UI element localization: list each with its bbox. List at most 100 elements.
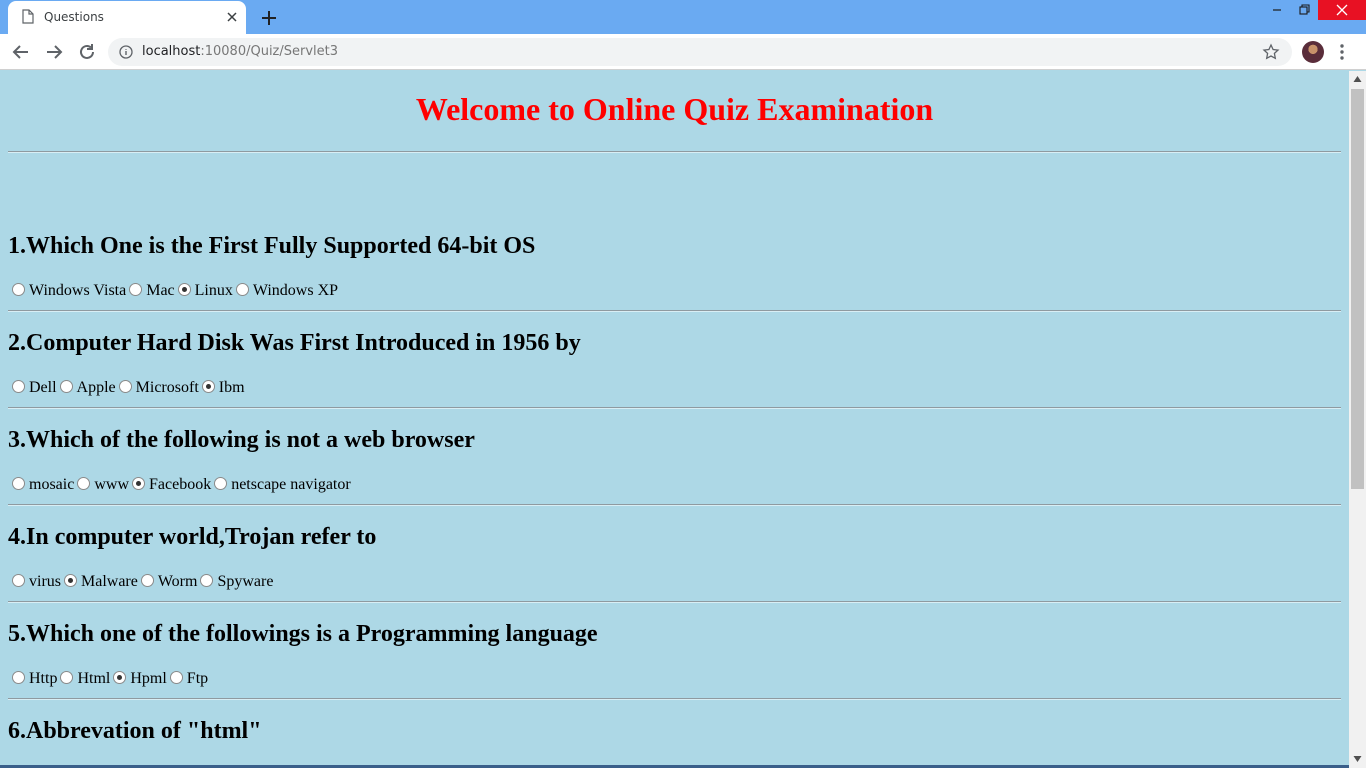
window-close-icon[interactable] <box>1318 0 1366 20</box>
divider <box>8 310 1341 312</box>
option-label: Ftp <box>186 670 209 687</box>
scroll-up-icon[interactable] <box>1353 75 1362 83</box>
radio-icon[interactable] <box>12 574 25 587</box>
plus-icon[interactable] <box>259 8 279 28</box>
radio-icon[interactable] <box>169 671 183 684</box>
answer-option[interactable]: www <box>77 476 129 494</box>
options-row: mosaic www Facebook netscape navigator <box>12 476 354 494</box>
radio-icon[interactable] <box>64 574 77 587</box>
divider <box>8 407 1341 409</box>
answer-option[interactable]: Ftp <box>169 670 209 688</box>
question-text: 3.Which of the following is not a web br… <box>8 427 475 453</box>
answer-option[interactable]: Spyware <box>200 573 273 591</box>
radio-icon[interactable] <box>12 283 25 296</box>
option-label: Malware <box>81 573 138 590</box>
radio-icon[interactable] <box>200 574 214 587</box>
option-label: Apple <box>76 379 116 396</box>
restore-icon[interactable] <box>1290 0 1320 20</box>
minimize-icon[interactable] <box>1262 0 1292 20</box>
address-bar[interactable]: localhost:10080/Quiz/Servlet3 <box>108 38 1292 66</box>
option-label: Http <box>29 670 58 687</box>
radio-icon[interactable] <box>12 671 25 684</box>
question-text: 6.Abbrevation of "html" <box>8 718 262 744</box>
question-text: 1.Which One is the First Fully Supported… <box>8 233 536 259</box>
radio-icon[interactable] <box>201 380 215 393</box>
question-text: 4.In computer world,Trojan refer to <box>8 524 377 550</box>
radio-icon[interactable] <box>235 283 249 296</box>
browser-tab[interactable]: Questions <box>8 1 246 34</box>
answer-option[interactable]: Microsoft <box>118 379 199 397</box>
radio-icon[interactable] <box>177 283 191 296</box>
answer-option[interactable]: Apple <box>59 379 116 397</box>
answer-option[interactable]: Windows Vista <box>12 282 126 300</box>
avatar[interactable] <box>1302 41 1324 63</box>
radio-icon[interactable] <box>214 477 228 490</box>
radio-icon[interactable] <box>12 380 25 393</box>
radio-icon[interactable] <box>77 477 91 490</box>
options-row: Windows Vista Mac Linux Windows XP <box>12 282 341 300</box>
option-label: Spyware <box>217 573 274 590</box>
question-text: 2.Computer Hard Disk Was First Introduce… <box>8 330 581 356</box>
answer-option[interactable]: Worm <box>140 573 198 591</box>
url-path: :10080/Quiz/Servlet3 <box>200 44 339 59</box>
scrollbar[interactable] <box>1349 71 1366 768</box>
answer-option[interactable]: Html <box>60 670 110 688</box>
option-label: virus <box>29 573 61 590</box>
answer-option[interactable]: virus <box>12 573 61 591</box>
options-row: Http Html Hpml Ftp <box>12 670 211 688</box>
url-text[interactable]: localhost:10080/Quiz/Servlet3 <box>142 44 338 59</box>
radio-icon[interactable] <box>113 671 127 684</box>
forward-arrow-icon[interactable] <box>43 41 65 63</box>
answer-option[interactable]: Mac <box>129 282 175 300</box>
answer-option[interactable]: netscape navigator <box>214 476 351 494</box>
divider <box>8 504 1341 506</box>
radio-icon[interactable] <box>59 380 73 393</box>
divider <box>8 698 1341 700</box>
radio-icon[interactable] <box>118 380 132 393</box>
answer-option[interactable]: Dell <box>12 379 57 397</box>
radio-icon[interactable] <box>60 671 74 684</box>
divider <box>8 151 1341 153</box>
answer-option[interactable]: Facebook <box>132 476 211 494</box>
option-label: Windows Vista <box>29 282 127 299</box>
question-text: 5.Which one of the followings is a Progr… <box>8 621 598 647</box>
star-icon[interactable] <box>1262 43 1280 61</box>
option-label: Facebook <box>149 476 212 493</box>
option-label: netscape navigator <box>231 476 351 493</box>
page-title: Welcome to Online Quiz Examination <box>415 91 934 127</box>
option-label: www <box>94 476 129 493</box>
kebab-menu-icon[interactable] <box>1338 42 1346 62</box>
info-icon[interactable] <box>119 45 133 59</box>
page-viewport: Welcome to Online Quiz Examination 1.Whi… <box>0 71 1349 768</box>
radio-icon[interactable] <box>129 283 143 296</box>
options-row: virus Malware Worm Spyware <box>12 573 276 591</box>
answer-option[interactable]: mosaic <box>12 476 74 494</box>
option-label: Microsoft <box>135 379 199 396</box>
options-row: Dell Apple Microsoft Ibm <box>12 379 248 397</box>
radio-icon[interactable] <box>140 574 154 587</box>
answer-option[interactable]: Windows XP <box>235 282 339 300</box>
option-label: Windows XP <box>252 282 339 299</box>
option-label: Ibm <box>218 379 245 396</box>
answer-option[interactable]: Linux <box>177 282 233 300</box>
radio-icon[interactable] <box>12 477 25 490</box>
option-label: Mac <box>146 282 175 299</box>
answer-option[interactable]: Malware <box>64 573 138 591</box>
radio-icon[interactable] <box>132 477 145 490</box>
answer-option[interactable]: Ibm <box>201 379 245 397</box>
scroll-down-icon[interactable] <box>1353 755 1362 763</box>
reload-icon[interactable] <box>76 41 98 63</box>
tab-strip: Questions <box>0 0 1366 34</box>
tab-title: Questions <box>44 10 104 24</box>
scroll-thumb[interactable] <box>1351 89 1364 489</box>
option-label: Dell <box>29 379 57 396</box>
back-arrow-icon[interactable] <box>10 41 32 63</box>
answer-option[interactable]: Http <box>12 670 57 688</box>
option-label: Hpml <box>130 670 167 687</box>
option-label: Worm <box>157 573 198 590</box>
document-icon <box>22 9 34 24</box>
url-host: localhost <box>142 44 201 59</box>
answer-option[interactable]: Hpml <box>113 670 167 688</box>
divider <box>8 601 1341 603</box>
close-icon[interactable] <box>224 9 240 25</box>
